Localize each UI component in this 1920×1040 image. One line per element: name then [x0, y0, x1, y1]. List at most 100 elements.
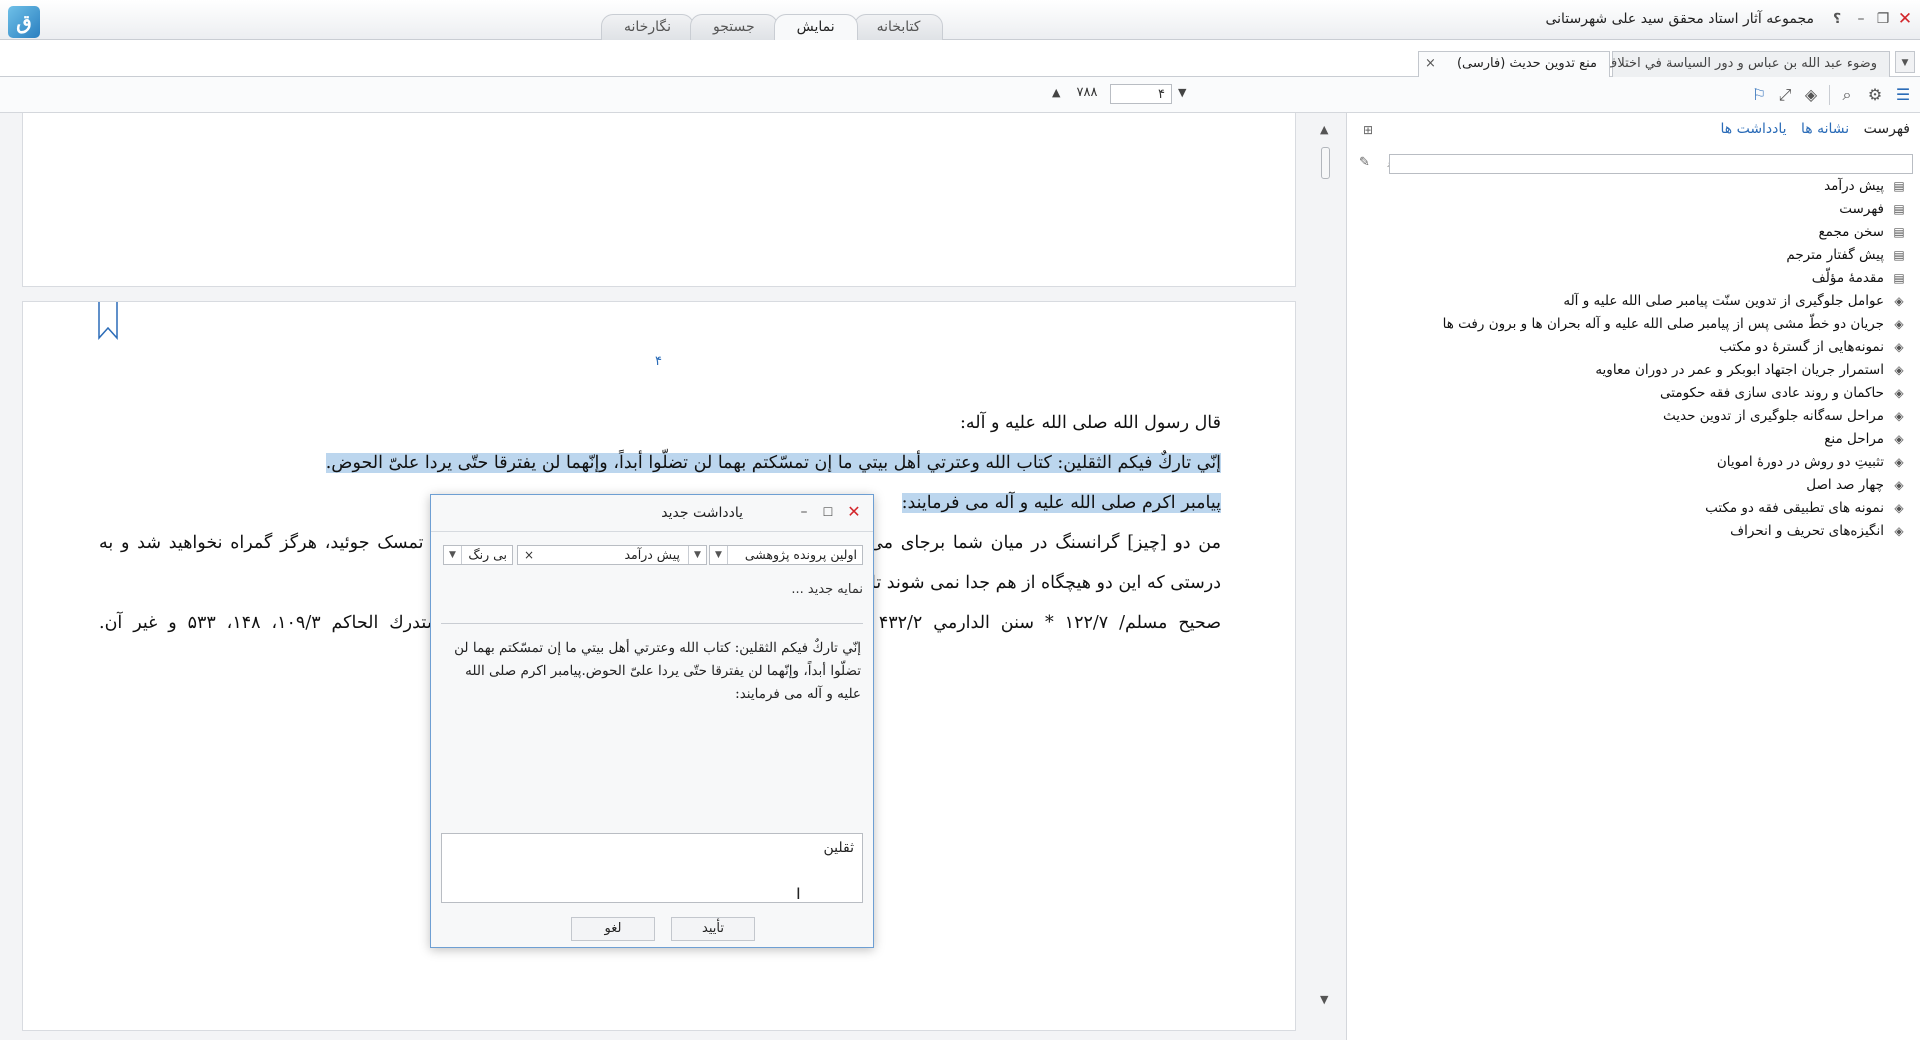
toc-item-label: عوامل جلوگیری از تدوین سنّت پیامبر صلى ا… [1563, 293, 1884, 309]
wrench-icon[interactable]: ✎ [1359, 155, 1370, 170]
chapter-icon: ◈ [1894, 317, 1904, 331]
ok-button[interactable]: تأیید [671, 917, 755, 941]
tab-search[interactable]: جستجو [689, 14, 778, 40]
toc-item[interactable]: ◈ حاکمان و روند عادی سازی فقه حکومتی [1366, 382, 1906, 405]
next-page-icon[interactable]: ▼ [1178, 86, 1186, 99]
toc-item[interactable]: ▤ پیش درآمد [1366, 175, 1906, 198]
vertical-scrollbar[interactable]: ▲ ▼ [1316, 113, 1336, 1013]
toc-item[interactable]: ◈ جریان دو خطّ مشى پس از پیامبر صلى الله … [1366, 313, 1906, 336]
chapter-icon: ◈ [1894, 455, 1904, 469]
toc-item-label: حاکمان و روند عادی سازی فقه حکومتی [1660, 385, 1884, 401]
chapter-icon: ◈ [1894, 501, 1904, 515]
page-icon: ▤ [1893, 248, 1905, 262]
toc-item[interactable]: ◈ چهار صد اصل [1366, 474, 1906, 497]
toc-item-label: مقدمهٔ مؤلّف [1811, 270, 1884, 286]
scroll-down-icon[interactable]: ▼ [1320, 993, 1328, 1006]
doc-tab-wudu[interactable]: وضوء عبد الله بن عباس و دور السياسة في ا… [1549, 51, 1890, 77]
toc-item[interactable]: ▤ مقدمهٔ مؤلّف [1366, 267, 1906, 290]
app-title: مجموعه آثار استاد محقق سید علی شهرستانی [1545, 11, 1814, 27]
toc-item-label: انگیزه‌های تحریف و انحراف [1730, 523, 1884, 539]
dialog-divider [431, 531, 873, 532]
app-logo: ق [8, 6, 40, 38]
chapter-icon: ◈ [1894, 524, 1904, 538]
close-icon[interactable]: ✕ [1896, 9, 1914, 29]
dialog-title: یادداشت جدید [661, 505, 743, 521]
toc-item-label: چهار صد اصل [1806, 477, 1884, 493]
toc-item[interactable]: ◈ تثبیتِ دو روش در دورهٔ امویان [1366, 451, 1906, 474]
heading-select[interactable]: ▼ پیش درآمد × [517, 545, 707, 565]
quoted-text: إنّي تاركٌ فيكم الثقلين: كتاب الله وعترت… [454, 640, 861, 702]
dialog-close-icon[interactable]: ✕ [845, 503, 863, 521]
page-total: ۷۸۸ [1076, 85, 1098, 100]
gear-icon[interactable]: ⚙ [1864, 85, 1886, 105]
new-index-input[interactable]: نمایه جدید ... [441, 579, 863, 619]
toc-list-icon[interactable]: ☰ [1892, 85, 1914, 105]
page-number: ۴ [655, 354, 662, 369]
color-select[interactable]: ▼ بی رنگ [443, 545, 513, 565]
help-icon[interactable]: ؟ [1828, 9, 1846, 29]
selected-text: إنّي تاركٌ فيكم الثقلين: كتاب الله وعترت… [325, 453, 1221, 473]
page-number-input[interactable] [1110, 84, 1172, 104]
sidebar: ⊞ فهرست نشانه ها یادداشت ها ✎ ⌕ ▤پیش درآ… [1346, 113, 1920, 1040]
restore-icon[interactable]: ❐ [1874, 9, 1892, 29]
toc-item[interactable]: ◈ مراحل سه‌گانه جلوگیری از تدوین حدیث [1366, 405, 1906, 428]
cancel-button[interactable]: لغو [571, 917, 655, 941]
chapter-icon: ◈ [1894, 409, 1904, 423]
title-bar: ق نگارخانه جستجو نمایش کتابخانه مجموعه آ… [0, 0, 1920, 40]
dialog-minimize-icon[interactable]: – [795, 503, 813, 521]
previous-page-icon[interactable]: ▲ [1052, 86, 1060, 99]
toc-item-label: فهرست [1839, 201, 1884, 217]
tab-gallery[interactable]: نگارخانه [601, 14, 694, 40]
folder-select[interactable]: ▼ اولین پرونده پژوهشی [709, 545, 863, 565]
toc-item[interactable]: ◈ انگیزه‌های تحریف و انحراف [1366, 520, 1906, 543]
toc-item[interactable]: ◈ نمونه‌هایی از گسترهٔ دو مکتب [1366, 336, 1906, 359]
clear-icon[interactable]: × [524, 546, 534, 564]
new-note-dialog: ✕ ☐ – یادداشت جدید ▼ اولین پرونده پژوهشی… [430, 494, 874, 948]
toc-item-label: مراحل سه‌گانه جلوگیری از تدوین حدیث [1663, 408, 1884, 424]
chevron-down-icon: ▼ [688, 546, 706, 564]
layers-icon[interactable]: ◈ [1800, 85, 1822, 105]
toc-list: ▤ پیش درآمد ▤ فهرست ▤ سخن مجمع ▤ پیش گفتار م… [1366, 175, 1906, 543]
highlighted-hadith-line: إنّي تاركٌ فيكم الثقلين: كتاب الله وعترت… [325, 448, 1221, 478]
expand-panel-icon[interactable]: ⊞ [1363, 123, 1373, 137]
doc-tab-label: منع تدوین حدیث (فارسی) [1456, 56, 1597, 71]
fullscreen-icon[interactable]: ⤢ [1774, 85, 1796, 105]
bookmark-icon[interactable]: ⚐ [1748, 85, 1770, 105]
toc-item-label: تثبیتِ دو روش در دورهٔ امویان [1716, 454, 1884, 470]
toc-item-label: نمونه های تطبیقی فقه دو مکتب [1705, 500, 1884, 516]
minimize-icon[interactable]: – [1852, 9, 1870, 29]
sidebar-search-input[interactable] [1389, 154, 1913, 174]
toolbar: ☰ ⚙ ⌕ ◈ ⤢ ⚐ [0, 77, 1920, 113]
tabs-dropdown-icon[interactable]: ▼ [1895, 51, 1915, 73]
page-bookmark-icon[interactable] [97, 302, 119, 340]
search-icon[interactable]: ⌕ [1836, 85, 1858, 105]
sidebar-tab-notes[interactable]: یادداشت ها [1720, 121, 1786, 137]
tab-view[interactable]: نمایش [773, 14, 858, 40]
toc-item-label: پیش درآمد [1824, 178, 1884, 194]
toc-item-label: مراحل منع [1824, 431, 1884, 447]
index-divider [441, 623, 863, 624]
toc-item[interactable]: ◈ نمونه های تطبیقی فقه دو مکتب [1366, 497, 1906, 520]
sidebar-tab-toc[interactable]: فهرست [1864, 121, 1910, 137]
scroll-thumb[interactable] [1321, 147, 1330, 179]
folder-select-value: اولین پرونده پژوهشی [744, 547, 857, 562]
page-icon: ▤ [1893, 202, 1905, 216]
toc-item[interactable]: ◈ مراحل منع [1366, 428, 1906, 451]
toc-item[interactable]: ▤ پیش گفتار مترجم [1366, 244, 1906, 267]
close-tab-icon[interactable]: × [1425, 52, 1436, 76]
main-tabs: نگارخانه جستجو نمایش کتابخانه [601, 14, 944, 40]
toc-item[interactable]: ◈ عوامل جلوگیری از تدوین سنّت پیامبر صلى … [1366, 290, 1906, 313]
color-select-value: بی رنگ [468, 547, 507, 562]
toc-item[interactable]: ▤ فهرست [1366, 198, 1906, 221]
sidebar-tab-bookmarks[interactable]: نشانه ها [1801, 121, 1849, 137]
doc-tab-man-tadvin[interactable]: منع تدوین حدیث (فارسی) × [1418, 51, 1610, 77]
toc-item[interactable]: ◈ استمرار جریان اجتهاد ابوبکر و عمر در دو… [1366, 359, 1906, 382]
selected-text: پیامبر اکرم صلى الله علیه و آله مى فرمای… [901, 493, 1221, 513]
scroll-up-icon[interactable]: ▲ [1320, 123, 1328, 136]
toc-item[interactable]: ▤ سخن مجمع [1366, 221, 1906, 244]
page-icon: ▤ [1893, 271, 1905, 285]
dialog-maximize-icon[interactable]: ☐ [819, 503, 837, 521]
chapter-icon: ◈ [1894, 386, 1904, 400]
page-icon: ▤ [1893, 225, 1905, 239]
tab-library[interactable]: کتابخانه [853, 14, 944, 40]
